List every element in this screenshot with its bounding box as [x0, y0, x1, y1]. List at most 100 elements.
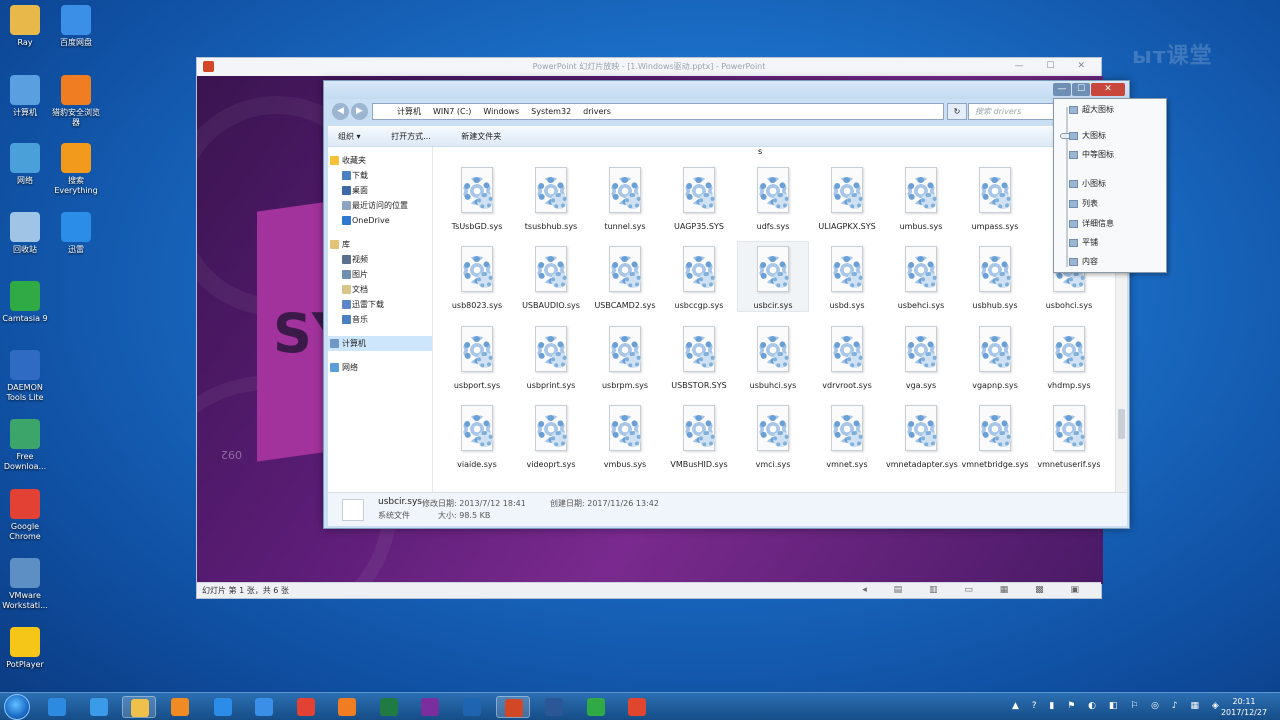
taskbar-app[interactable] [206, 696, 240, 718]
nav-item[interactable]: 视频 [328, 252, 432, 267]
maximize-button[interactable]: ☐ [1072, 83, 1090, 96]
taskbar-app[interactable] [330, 696, 364, 718]
file-item[interactable]: UAGP35.SYS [664, 163, 734, 232]
view-menu-item[interactable]: 详细信息 [1069, 217, 1114, 231]
view-menu-item[interactable]: 超大图标 [1069, 103, 1114, 117]
nav-item[interactable]: OneDrive [328, 213, 432, 228]
file-item[interactable]: usbccgp.sys [664, 242, 734, 311]
file-item[interactable]: usbhub.sys [960, 242, 1030, 311]
file-item[interactable]: tunnel.sys [590, 163, 660, 232]
breadcrumb-item[interactable]: System32 [531, 107, 571, 116]
explorer-window[interactable]: — ☐ ✕ ◀ ▶ 计算机 WIN7 (C:) Windows System32 dri… [323, 80, 1130, 529]
taskbar-app[interactable] [413, 696, 447, 718]
view-menu-item[interactable]: 平铺 [1069, 236, 1098, 250]
breadcrumb-item[interactable]: 计算机 [397, 107, 421, 116]
file-item[interactable]: usbuhci.sys [738, 322, 808, 391]
file-item[interactable]: tsusbhub.sys [516, 163, 586, 232]
file-item[interactable]: umpass.sys [960, 163, 1030, 232]
file-item[interactable]: vmbus.sys [590, 401, 660, 470]
nav-computer[interactable]: 计算机 [328, 336, 432, 351]
file-item[interactable]: umbus.sys [886, 163, 956, 232]
view-menu-item[interactable]: 中等图标 [1069, 148, 1114, 162]
desktop-icon[interactable]: Google Chrome [0, 489, 50, 542]
nav-item[interactable]: 迅雷下载 [328, 297, 432, 312]
taskbar-app[interactable] [122, 696, 156, 718]
file-item[interactable]: vga.sys [886, 322, 956, 391]
powerpoint-titlebar[interactable]: PowerPoint 幻灯片放映 - [1.Windows驱动.pptx] - … [197, 58, 1101, 76]
nav-network[interactable]: 网络 [328, 360, 432, 375]
file-item[interactable]: USBAUDIO.sys [516, 242, 586, 311]
nav-item[interactable]: 图片 [328, 267, 432, 282]
taskbar-app[interactable] [455, 696, 489, 718]
file-item[interactable]: vmnetbridge.sys [960, 401, 1030, 470]
view-menu-item[interactable]: 大图标 [1069, 129, 1106, 143]
desktop-icon[interactable]: Free Downloa... [0, 419, 50, 472]
taskbar-app[interactable] [289, 696, 323, 718]
taskbar-app[interactable] [620, 696, 654, 718]
clock[interactable]: 20:11 2017/12/27 [1218, 696, 1270, 718]
taskbar-app[interactable] [247, 696, 281, 718]
breadcrumb-item[interactable]: WIN7 (C:) [433, 107, 471, 116]
minimize-button[interactable]: — [1053, 83, 1071, 96]
desktop-icon[interactable]: Ray [0, 5, 50, 48]
file-item[interactable]: usbprint.sys [516, 322, 586, 391]
nav-libraries[interactable]: 库 [328, 237, 432, 252]
file-item[interactable]: vmnetuserif.sys [1034, 401, 1104, 470]
nav-item[interactable]: 最近访问的位置 [328, 198, 432, 213]
view-menu-item[interactable]: 内容 [1069, 255, 1098, 269]
explorer-titlebar[interactable]: — ☐ ✕ [324, 81, 1129, 99]
view-menu-item[interactable]: 列表 [1069, 197, 1098, 211]
nav-item[interactable]: 音乐 [328, 312, 432, 327]
refresh-button[interactable]: ↻ [947, 103, 967, 120]
taskbar-app[interactable] [579, 696, 613, 718]
file-item[interactable]: usbport.sys [442, 322, 512, 391]
file-item[interactable]: vdrvroot.sys [812, 322, 882, 391]
view-menu-item[interactable]: 小图标 [1069, 177, 1106, 191]
taskbar-app[interactable] [163, 696, 197, 718]
breadcrumb-item[interactable]: drivers [583, 107, 611, 116]
file-item[interactable]: videoprt.sys [516, 401, 586, 470]
organize-button[interactable]: 组织 ▾ [338, 132, 361, 141]
scroll-thumb[interactable] [1118, 409, 1125, 439]
start-button[interactable] [4, 694, 30, 720]
desktop-icon[interactable]: Camtasia 9 [0, 281, 50, 324]
desktop-icon[interactable]: 网络 [0, 143, 50, 186]
file-item[interactable]: usbd.sys [812, 242, 882, 311]
file-item[interactable]: TsUsbGD.sys [442, 163, 512, 232]
file-item[interactable]: usbcir.sys [737, 241, 809, 312]
nav-item[interactable]: 文档 [328, 282, 432, 297]
file-item[interactable]: vmnetadapter.sys [886, 401, 958, 470]
taskbar-app[interactable] [40, 696, 74, 718]
file-item[interactable]: VMBusHID.sys [664, 401, 734, 470]
desktop-icon[interactable]: DAEMON Tools Lite [0, 350, 50, 403]
file-item[interactable]: usb8023.sys [442, 242, 512, 311]
file-item[interactable]: vgapnp.sys [960, 322, 1030, 391]
nav-favorites[interactable]: 收藏夹 [328, 153, 432, 168]
desktop-icon[interactable]: 计算机 [0, 75, 50, 118]
desktop-icon[interactable]: VMware Workstati... [0, 558, 50, 611]
file-item[interactable]: vmnet.sys [812, 401, 882, 470]
taskbar-app[interactable] [372, 696, 406, 718]
taskbar-app[interactable] [537, 696, 571, 718]
system-tray[interactable]: ▲ ? ▮ ⚑ ◐ ◧ ⚐ ◎ ♪ ▦ ◈ [1012, 701, 1224, 711]
file-item[interactable]: vmci.sys [738, 401, 808, 470]
file-item[interactable]: vhdmp.sys [1034, 322, 1104, 391]
file-item[interactable]: USBCAMD2.sys [590, 242, 660, 311]
view-slider-track[interactable] [1066, 107, 1068, 267]
file-item[interactable]: usbrpm.sys [590, 322, 660, 391]
desktop-icon[interactable]: 迅雷 [51, 212, 101, 255]
desktop-icon[interactable]: 猎豹安全浏览器 [51, 75, 101, 128]
view-controls[interactable]: ◂ ▤ ▥ ▭ ▦ ▩ ▣ [862, 583, 1091, 598]
close-button[interactable]: ✕ [1091, 83, 1125, 96]
file-item[interactable]: USBSTOR.SYS [664, 322, 734, 391]
file-item[interactable]: ULIAGPKX.SYS [812, 163, 882, 232]
view-menu[interactable]: 超大图标大图标中等图标小图标列表详细信息平铺内容 [1053, 98, 1167, 273]
address-bar[interactable]: 计算机 WIN7 (C:) Windows System32 drivers ↻ [372, 103, 967, 120]
file-item[interactable]: udfs.sys [738, 163, 808, 232]
open-with-button[interactable]: 打开方式... [391, 132, 431, 141]
powerpoint-window-buttons[interactable]: — ☐ ✕ [1015, 58, 1095, 75]
breadcrumb-item[interactable]: Windows [483, 107, 519, 116]
nav-item[interactable]: 下载 [328, 168, 432, 183]
file-item[interactable]: viaide.sys [442, 401, 512, 470]
forward-button[interactable]: ▶ [351, 103, 368, 120]
